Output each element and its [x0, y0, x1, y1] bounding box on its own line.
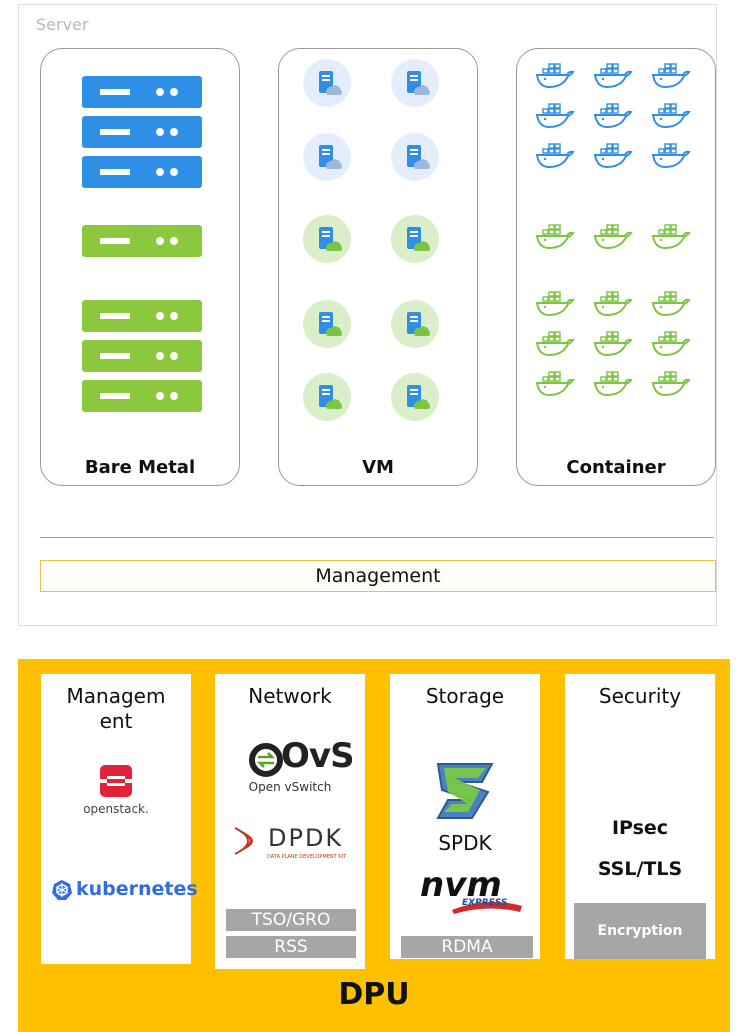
- server-rack-icon: [82, 156, 202, 188]
- dpu-security-title: Security: [598, 684, 682, 708]
- docker-whale-icon: [593, 63, 633, 89]
- docker-whale-icon: [651, 291, 691, 317]
- vm-title: VM: [362, 457, 394, 478]
- vm-cloud-icon: [303, 373, 351, 421]
- dpu-label: DPU: [338, 977, 410, 1012]
- docker-whale-icon: [593, 224, 633, 250]
- dpdk-subtext: DATA PLANE DEVELOPMENT KIT: [267, 854, 347, 860]
- rdma-bar: RDMA: [401, 936, 533, 958]
- vm-cloud-icon: [303, 133, 351, 181]
- ovs-text: OvS: [281, 736, 355, 776]
- bare-metal-panel: Bare Metal: [40, 48, 240, 486]
- dpu-storage-card: Storage SPDK nvm EXPRESS RDMA: [390, 674, 540, 959]
- vm-cloud-icon: [303, 215, 351, 263]
- dpdk-icon: [234, 827, 253, 855]
- docker-whale-icon: [535, 291, 575, 317]
- spdk-text: SPDK: [438, 831, 492, 855]
- docker-whale-icon: [651, 63, 691, 89]
- docker-whale-icon: [593, 103, 633, 129]
- dpu-block: Managem ent openstack. kubernetes Networ…: [18, 659, 730, 1032]
- docker-whale-icon: [593, 143, 633, 169]
- openstack-logo: [100, 765, 132, 797]
- docker-whale-icon: [651, 143, 691, 169]
- docker-whale-icon: [593, 371, 633, 397]
- vm-cloud-icon: [391, 300, 439, 348]
- docker-whale-icon: [593, 291, 633, 317]
- vm-cloud-icon: [391, 373, 439, 421]
- docker-whale-icon: [535, 331, 575, 357]
- dpu-storage-title: Storage: [425, 684, 505, 708]
- rss-bar: RSS: [226, 936, 356, 958]
- docker-whale-icon: [535, 143, 575, 169]
- docker-whale-icon: [651, 103, 691, 129]
- kubernetes-logo: [52, 880, 72, 900]
- server-rack-icon: [82, 300, 202, 332]
- server-label: Server: [36, 15, 89, 34]
- docker-whale-icon: [535, 371, 575, 397]
- server-rack-icon: [82, 76, 202, 108]
- server-rack-icon: [82, 340, 202, 372]
- docker-whale-icon: [651, 331, 691, 357]
- docker-whale-icon: [535, 224, 575, 250]
- server-management-bar: Management: [40, 560, 716, 592]
- dpu-security-card: Security IPsec SSL/TLS Encryption: [565, 674, 715, 959]
- vm-cloud-icon: [391, 59, 439, 107]
- kubernetes-text: kubernetes: [76, 878, 198, 900]
- container-title: Container: [566, 457, 666, 478]
- docker-whale-icon: [535, 103, 575, 129]
- docker-whale-icon: [535, 63, 575, 89]
- vm-cloud-icon: [391, 133, 439, 181]
- nvme-text: nvm: [420, 865, 502, 905]
- server-rack-icon: [82, 380, 202, 412]
- vm-cloud-icon: [391, 215, 439, 263]
- ipsec-text: IPsec: [611, 817, 669, 839]
- dpu-management-card: Managem ent openstack. kubernetes: [41, 674, 198, 964]
- dpu-network-title: Network: [248, 684, 332, 708]
- nvme-subtext: EXPRESS: [462, 898, 508, 908]
- dpdk-text: DPDK: [268, 824, 344, 852]
- dpu-network-card: Network OvS Open vSwitch DPDK DATA PLANE…: [215, 674, 365, 969]
- vm-cloud-icon: [303, 300, 351, 348]
- vm-cloud-icon: [303, 59, 351, 107]
- encryption-bar: Encryption: [574, 903, 706, 959]
- ovs-icon: [249, 743, 283, 777]
- ssl-tls-text: SSL/TLS: [597, 858, 683, 880]
- vm-panel: VM: [278, 48, 478, 486]
- openstack-text: openstack.: [83, 802, 149, 816]
- spdk-logo: [436, 763, 494, 819]
- server-rack-icon: [82, 116, 202, 148]
- server-divider: [40, 537, 714, 538]
- docker-whale-icon: [593, 331, 633, 357]
- dpu-management-title: Managem ent: [66, 684, 166, 733]
- bare-metal-title: Bare Metal: [84, 457, 196, 478]
- server-rack-icon: [82, 225, 202, 257]
- ovs-subtext: Open vSwitch: [248, 780, 332, 794]
- docker-whale-icon: [651, 224, 691, 250]
- tso-gro-bar: TSO/GRO: [226, 909, 356, 931]
- container-panel: Container: [516, 48, 716, 486]
- docker-whale-icon: [651, 371, 691, 397]
